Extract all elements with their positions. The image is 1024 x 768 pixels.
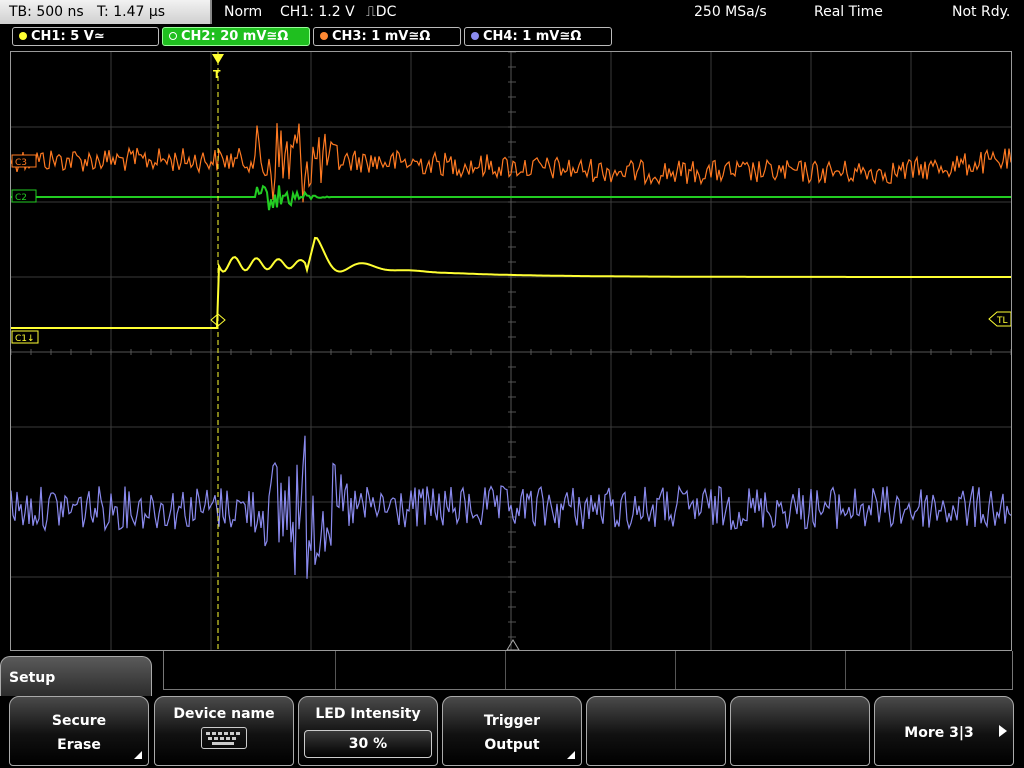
more-button[interactable]: More 3|3: [874, 696, 1014, 766]
submenu-arrow-icon: [567, 751, 575, 759]
ch3-label: CH3: 1 mV≅Ω: [332, 29, 431, 44]
tab-ch2[interactable]: CH2: 20 mV≅Ω: [162, 27, 310, 46]
ch1-offset-marker[interactable]: C1↓: [11, 330, 39, 344]
ch3-offset-marker[interactable]: C3: [11, 154, 37, 168]
menu-title-tab: Setup: [0, 656, 152, 696]
strip-divider: [675, 651, 676, 689]
strip-divider: [335, 651, 336, 689]
secure-erase-button[interactable]: Secure Erase: [9, 696, 149, 766]
submenu-arrow-icon: [134, 751, 142, 759]
trigger-time-value: T: 1.47 µs: [97, 4, 166, 20]
ch4-dot-icon: [471, 32, 479, 40]
acquisition-mode: Real Time: [814, 4, 883, 20]
trigger-slope-coupling: ⎍DC: [366, 4, 397, 20]
waveform-display[interactable]: T C3 C2 C1↓ TL: [10, 51, 1012, 651]
tab-ch1[interactable]: CH1: 5 V≃: [12, 27, 159, 46]
horizontal-center-marker: [506, 639, 520, 650]
strip-divider: [845, 651, 846, 689]
ch1-label: CH1: 5 V≃: [31, 29, 105, 44]
svg-text:C3: C3: [15, 158, 27, 168]
timebase-box[interactable]: TB: 500 ns T: 1.47 µs: [0, 0, 212, 24]
tab-ch4[interactable]: CH4: 1 mV≅Ω: [464, 27, 612, 46]
ch2-offset-marker[interactable]: C2: [11, 189, 37, 203]
trigger-output-button[interactable]: Trigger Output: [442, 696, 582, 766]
graticule: [11, 52, 1011, 650]
tab-ch3[interactable]: CH3: 1 mV≅Ω: [313, 27, 461, 46]
keyboard-icon: [201, 727, 247, 749]
trigger-level-marker[interactable]: TL: [988, 311, 1011, 327]
empty-softkey[interactable]: [586, 696, 726, 766]
ch1-dot-icon: [19, 32, 27, 40]
status-bar: TB: 500 ns T: 1.47 µs Norm CH1: 1.2 V ⎍D…: [0, 0, 1024, 24]
svg-text:C2: C2: [15, 193, 27, 203]
softkey-label: Erase: [57, 737, 101, 753]
device-name-button[interactable]: Device name: [154, 696, 294, 766]
softkey-label: More 3|3: [904, 725, 974, 741]
svg-text:C1↓: C1↓: [15, 334, 35, 344]
waveform-canvas: T C3 C2 C1↓ TL: [11, 52, 1011, 650]
softkey-label: Secure: [51, 713, 107, 729]
sample-rate: 250 MSa/s: [694, 4, 767, 20]
acquisition-state: Not Rdy.: [952, 4, 1011, 20]
timebase-value: TB: 500 ns: [9, 4, 84, 20]
softkey-label: Device name: [173, 706, 275, 722]
next-page-icon: [999, 725, 1007, 737]
trigger-position-marker[interactable]: T: [212, 54, 224, 81]
led-intensity-value: 30 %: [348, 736, 388, 752]
softkey-label: Output: [484, 737, 540, 753]
softkey-label: LED Intensity: [315, 706, 421, 722]
led-intensity-value-box[interactable]: 30 %: [304, 730, 432, 758]
empty-softkey[interactable]: [730, 696, 870, 766]
led-intensity-button[interactable]: LED Intensity 30 %: [298, 696, 438, 766]
ch2-dot-icon: [169, 32, 177, 40]
svg-text:TL: TL: [996, 316, 1008, 326]
svg-text:T: T: [213, 68, 221, 81]
trigger-mode: Norm: [224, 4, 263, 20]
trigger-source: CH1: 1.2 V: [280, 4, 355, 20]
ch2-label: CH2: 20 mV≅Ω: [181, 29, 289, 44]
softkey-label: Trigger: [483, 713, 541, 729]
ch4-label: CH4: 1 mV≅Ω: [483, 29, 582, 44]
menu-title: Setup: [9, 670, 56, 686]
strip-divider: [505, 651, 506, 689]
ch3-dot-icon: [320, 32, 328, 40]
zoom-timeline-strip: [163, 651, 1013, 690]
